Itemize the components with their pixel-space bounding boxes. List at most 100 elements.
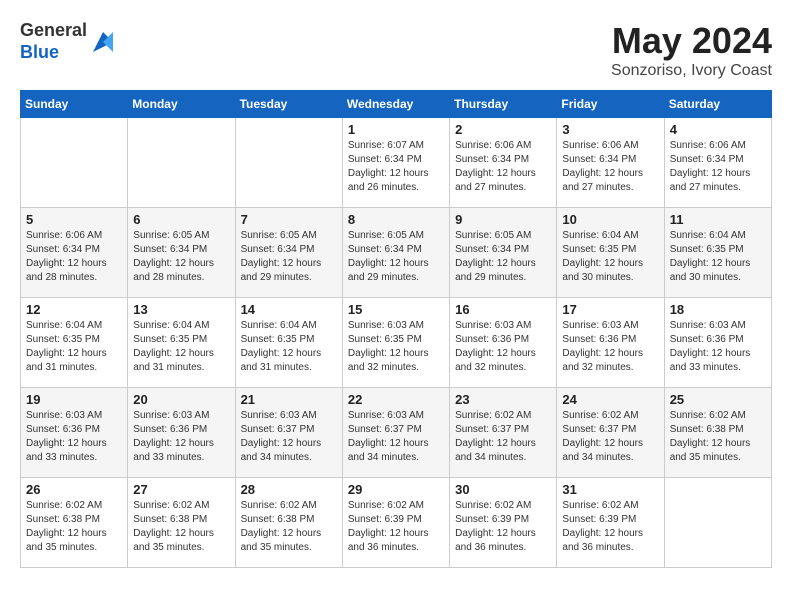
day-number: 28 [241, 482, 337, 497]
calendar-cell: 30 Sunrise: 6:02 AMSunset: 6:39 PMDayligh… [450, 478, 557, 568]
day-info: Sunrise: 6:02 AMSunset: 6:38 PMDaylight:… [670, 409, 766, 465]
calendar-cell: 21Sunrise: 6:03 AMSunset: 6:37 PMDayligh… [235, 388, 342, 478]
day-number: 1 [348, 122, 444, 137]
calendar-week-5: 26 Sunrise: 6:02 AMSunset: 6:38 PMDayligh… [21, 478, 772, 568]
day-header-monday: Monday [128, 91, 235, 118]
day-info: Sunrise: 6:02 AMSunset: 6:38 PMDaylight:… [26, 499, 122, 555]
calendar-cell: 13Sunrise: 6:04 AMSunset: 6:35 PMDayligh… [128, 298, 235, 388]
calendar-week-2: 5 Sunrise: 6:06 AMSunset: 6:34 PMDaylight… [21, 208, 772, 298]
day-number: 12 [26, 302, 122, 317]
day-number: 3 [562, 122, 658, 137]
day-number: 14 [241, 302, 337, 317]
logo-text: General Blue [20, 20, 87, 63]
logo: General Blue [20, 20, 117, 63]
calendar-cell: 5 Sunrise: 6:06 AMSunset: 6:34 PMDaylight… [21, 208, 128, 298]
day-number: 17 [562, 302, 658, 317]
day-info: Sunrise: 6:05 AMSunset: 6:34 PMDaylight:… [133, 229, 229, 285]
day-info: Sunrise: 6:03 AMSunset: 6:36 PMDaylight:… [133, 409, 229, 465]
calendar-cell: 28 Sunrise: 6:02 AMSunset: 6:38 PMDayligh… [235, 478, 342, 568]
day-info: Sunrise: 6:06 AMSunset: 6:34 PMDaylight:… [670, 139, 766, 195]
title-block: May 2024 Sonzoriso, Ivory Coast [611, 20, 772, 80]
day-info: Sunrise: 6:02 AMSunset: 6:39 PMDaylight:… [348, 499, 444, 555]
day-info: Sunrise: 6:04 AMSunset: 6:35 PMDaylight:… [562, 229, 658, 285]
calendar-cell: 9 Sunrise: 6:05 AMSunset: 6:34 PMDaylight… [450, 208, 557, 298]
calendar-header-row: SundayMondayTuesdayWednesdayThursdayFrid… [21, 91, 772, 118]
calendar-week-4: 19 Sunrise: 6:03 AMSunset: 6:36 PMDayligh… [21, 388, 772, 478]
day-number: 9 [455, 212, 551, 227]
header: General Blue May 2024 Sonzoriso, Ivory C… [20, 20, 772, 80]
day-header-wednesday: Wednesday [342, 91, 449, 118]
calendar-cell: 16Sunrise: 6:03 AMSunset: 6:36 PMDayligh… [450, 298, 557, 388]
day-header-thursday: Thursday [450, 91, 557, 118]
calendar-cell: 1Sunrise: 6:07 AMSunset: 6:34 PMDaylight… [342, 118, 449, 208]
logo-blue: Blue [20, 42, 59, 62]
day-number: 30 [455, 482, 551, 497]
day-number: 11 [670, 212, 766, 227]
calendar-cell: 2Sunrise: 6:06 AMSunset: 6:34 PMDaylight… [450, 118, 557, 208]
day-header-saturday: Saturday [664, 91, 771, 118]
day-info: Sunrise: 6:02 AMSunset: 6:39 PMDaylight:… [562, 499, 658, 555]
calendar-cell [21, 118, 128, 208]
day-number: 7 [241, 212, 337, 227]
calendar-cell: 14Sunrise: 6:04 AMSunset: 6:35 PMDayligh… [235, 298, 342, 388]
calendar-cell: 22Sunrise: 6:03 AMSunset: 6:37 PMDayligh… [342, 388, 449, 478]
calendar-week-3: 12 Sunrise: 6:04 AMSunset: 6:35 PMDayligh… [21, 298, 772, 388]
calendar-cell: 25Sunrise: 6:02 AMSunset: 6:38 PMDayligh… [664, 388, 771, 478]
day-info: Sunrise: 6:03 AMSunset: 6:36 PMDaylight:… [670, 319, 766, 375]
day-number: 10 [562, 212, 658, 227]
day-number: 6 [133, 212, 229, 227]
day-info: Sunrise: 6:03 AMSunset: 6:36 PMDaylight:… [562, 319, 658, 375]
day-info: Sunrise: 6:06 AMSunset: 6:34 PMDaylight:… [26, 229, 122, 285]
day-number: 2 [455, 122, 551, 137]
calendar-cell: 18 Sunrise: 6:03 AMSunset: 6:36 PMDayligh… [664, 298, 771, 388]
day-info: Sunrise: 6:05 AMSunset: 6:34 PMDaylight:… [241, 229, 337, 285]
calendar-cell [128, 118, 235, 208]
calendar-cell: 31 Sunrise: 6:02 AMSunset: 6:39 PMDayligh… [557, 478, 664, 568]
day-number: 27 [133, 482, 229, 497]
calendar-cell: 4 Sunrise: 6:06 AMSunset: 6:34 PMDaylight… [664, 118, 771, 208]
day-info: Sunrise: 6:03 AMSunset: 6:36 PMDaylight:… [26, 409, 122, 465]
day-info: Sunrise: 6:02 AMSunset: 6:38 PMDaylight:… [241, 499, 337, 555]
calendar-cell: 27 Sunrise: 6:02 AMSunset: 6:38 PMDayligh… [128, 478, 235, 568]
calendar-cell: 11Sunrise: 6:04 AMSunset: 6:35 PMDayligh… [664, 208, 771, 298]
calendar-cell: 23Sunrise: 6:02 AMSunset: 6:37 PMDayligh… [450, 388, 557, 478]
day-number: 29 [348, 482, 444, 497]
calendar-cell [235, 118, 342, 208]
calendar-cell: 26 Sunrise: 6:02 AMSunset: 6:38 PMDayligh… [21, 478, 128, 568]
day-info: Sunrise: 6:02 AMSunset: 6:37 PMDaylight:… [562, 409, 658, 465]
calendar-cell: 24 Sunrise: 6:02 AMSunset: 6:37 PMDayligh… [557, 388, 664, 478]
day-number: 18 [670, 302, 766, 317]
calendar: SundayMondayTuesdayWednesdayThursdayFrid… [20, 90, 772, 568]
day-number: 8 [348, 212, 444, 227]
calendar-cell: 15 Sunrise: 6:03 AMSunset: 6:35 PMDayligh… [342, 298, 449, 388]
calendar-cell: 12 Sunrise: 6:04 AMSunset: 6:35 PMDayligh… [21, 298, 128, 388]
day-header-tuesday: Tuesday [235, 91, 342, 118]
calendar-cell: 3Sunrise: 6:06 AMSunset: 6:34 PMDaylight… [557, 118, 664, 208]
day-number: 15 [348, 302, 444, 317]
day-info: Sunrise: 6:04 AMSunset: 6:35 PMDaylight:… [26, 319, 122, 375]
calendar-cell: 29 Sunrise: 6:02 AMSunset: 6:39 PMDayligh… [342, 478, 449, 568]
calendar-cell: 6 Sunrise: 6:05 AMSunset: 6:34 PMDaylight… [128, 208, 235, 298]
day-info: Sunrise: 6:03 AMSunset: 6:35 PMDaylight:… [348, 319, 444, 375]
day-number: 4 [670, 122, 766, 137]
logo-icon [89, 28, 117, 56]
day-number: 5 [26, 212, 122, 227]
day-info: Sunrise: 6:03 AMSunset: 6:37 PMDaylight:… [348, 409, 444, 465]
day-number: 31 [562, 482, 658, 497]
day-header-friday: Friday [557, 91, 664, 118]
day-number: 26 [26, 482, 122, 497]
month-title: May 2024 [611, 20, 772, 62]
day-number: 19 [26, 392, 122, 407]
day-info: Sunrise: 6:02 AMSunset: 6:39 PMDaylight:… [455, 499, 551, 555]
day-number: 23 [455, 392, 551, 407]
location: Sonzoriso, Ivory Coast [611, 62, 772, 80]
day-info: Sunrise: 6:04 AMSunset: 6:35 PMDaylight:… [133, 319, 229, 375]
day-info: Sunrise: 6:03 AMSunset: 6:36 PMDaylight:… [455, 319, 551, 375]
logo-general: General [20, 20, 87, 40]
day-number: 24 [562, 392, 658, 407]
calendar-cell: 8 Sunrise: 6:05 AMSunset: 6:34 PMDaylight… [342, 208, 449, 298]
day-info: Sunrise: 6:02 AMSunset: 6:38 PMDaylight:… [133, 499, 229, 555]
day-info: Sunrise: 6:05 AMSunset: 6:34 PMDaylight:… [348, 229, 444, 285]
calendar-cell: 17 Sunrise: 6:03 AMSunset: 6:36 PMDayligh… [557, 298, 664, 388]
day-info: Sunrise: 6:05 AMSunset: 6:34 PMDaylight:… [455, 229, 551, 285]
